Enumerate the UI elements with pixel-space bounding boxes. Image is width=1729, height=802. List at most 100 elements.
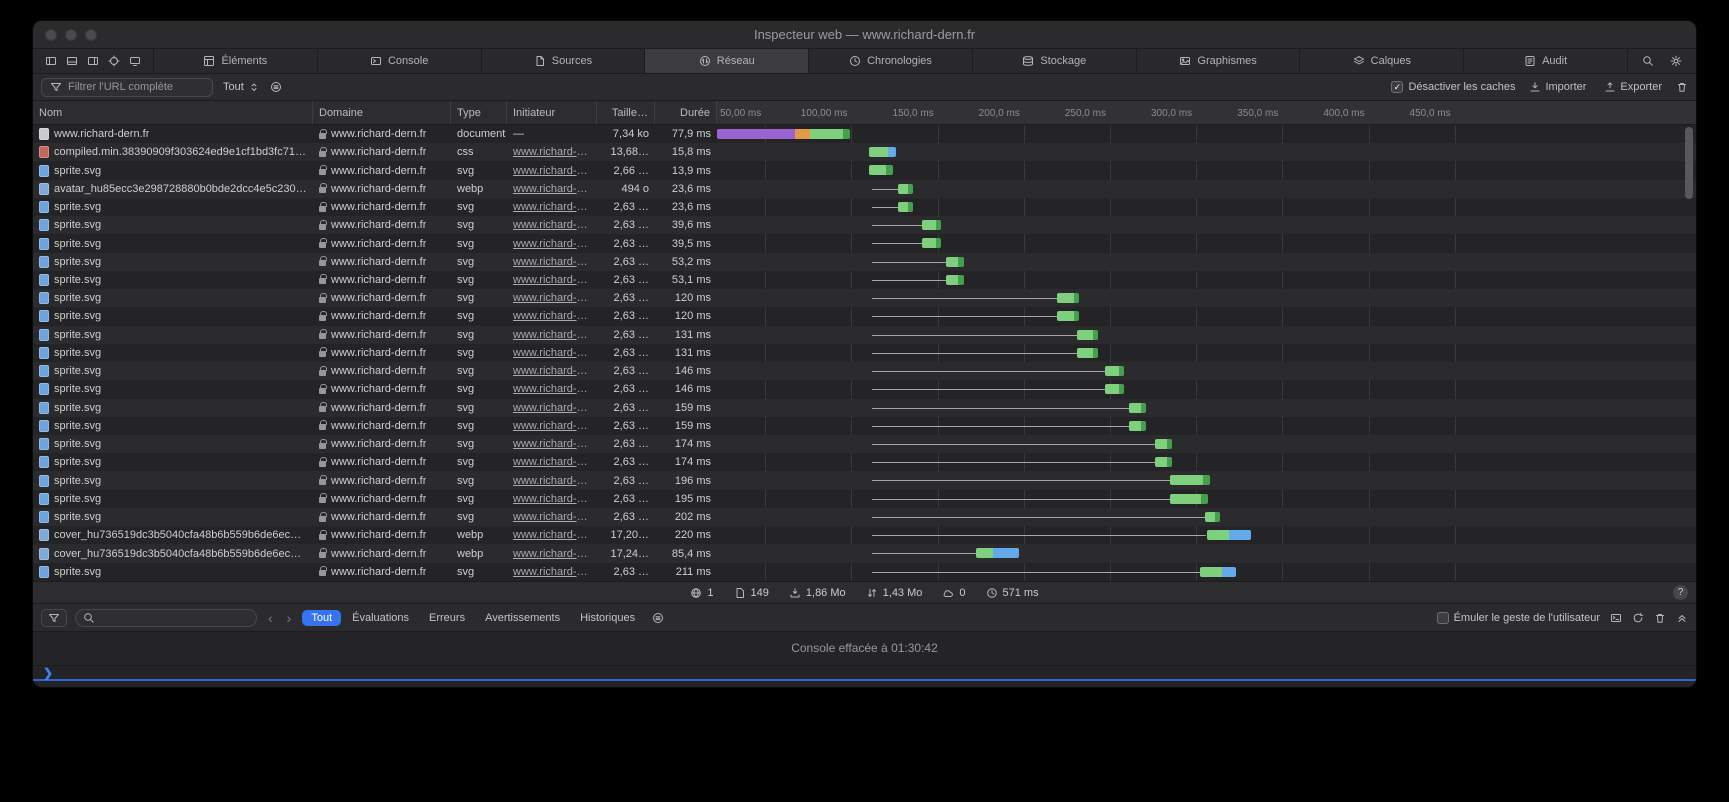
table-row[interactable]: sprite.svgwww.richard-dern.frsvgwww.rich… [33,307,1696,325]
export-button[interactable]: Exporter [1600,81,1666,93]
table-row[interactable]: sprite.svgwww.richard-dern.frsvgwww.rich… [33,453,1696,471]
initiator-link[interactable]: www.richard-d… [513,329,591,341]
console-filter-button[interactable] [41,609,67,627]
history-forward-button[interactable]: › [284,611,295,625]
table-row[interactable]: compiled.min.38390909f303624ed9e1cf1bd3f… [33,143,1696,161]
table-row[interactable]: cover_hu736519dc3b5040cfa48b6b559b6de6ec… [33,526,1696,544]
dock-left-icon[interactable] [45,55,57,67]
help-button[interactable]: ? [1673,585,1688,600]
console-scope-avertissements[interactable]: Avertissements [476,610,569,626]
initiator-link[interactable]: www.richard-d… [513,493,591,505]
initiator-link[interactable]: www.richard-d… [513,365,591,377]
console-scope-historiques[interactable]: Historiques [571,610,644,626]
table-row[interactable]: sprite.svgwww.richard-dern.frsvgwww.rich… [33,344,1696,362]
console-search-input[interactable] [75,609,257,627]
table-row[interactable]: sprite.svgwww.richard-dern.frsvgwww.rich… [33,508,1696,526]
minimize-window-button[interactable] [65,29,77,41]
console-scope-options-icon[interactable] [652,612,664,624]
console-scope-tout[interactable]: Tout [302,610,341,626]
table-row[interactable]: sprite.svgwww.richard-dern.frsvgwww.rich… [33,435,1696,453]
initiator-link[interactable]: www.richard-d… [513,238,591,250]
initiator-link[interactable]: www.richard-d… [513,566,591,578]
filter-options-icon[interactable] [270,81,282,93]
console-scope-evaluations[interactable]: Évaluations [343,610,418,626]
table-row[interactable]: sprite.svgwww.richard-dern.frsvgwww.rich… [33,563,1696,581]
dock-right-icon[interactable] [87,55,99,67]
table-row[interactable]: sprite.svgwww.richard-dern.frsvgwww.rich… [33,289,1696,307]
tab-timelines[interactable]: Chronologies [809,49,973,73]
tab-sources[interactable]: Sources [482,49,646,73]
initiator-link[interactable]: www.richard-d… [513,402,591,414]
table-row[interactable]: sprite.svgwww.richard-dern.frsvgwww.rich… [33,399,1696,417]
column-header-type[interactable]: Type [451,101,507,124]
table-row[interactable]: sprite.svgwww.richard-dern.frsvgwww.rich… [33,362,1696,380]
column-header-duration[interactable]: Durée [655,101,717,124]
element-picker-icon[interactable] [108,55,120,67]
clear-console-trash-icon[interactable] [1654,612,1666,624]
initiator-link[interactable]: www.richard-d… [513,146,591,158]
emulate-gesture-box[interactable] [1437,612,1449,624]
initiator-link[interactable]: www.richard-d… [513,475,591,487]
table-row[interactable]: www.richard-dern.frwww.richard-dern.frdo… [33,125,1696,143]
dock-bottom-icon[interactable] [66,55,78,67]
initiator-link[interactable]: www.richard-d… [513,347,591,359]
disable-caches-box[interactable]: ✓ [1391,81,1403,93]
table-row[interactable]: sprite.svgwww.richard-dern.frsvgwww.rich… [33,380,1696,398]
tab-graphics[interactable]: Graphismes [1137,49,1301,73]
tab-elements[interactable]: Éléments [154,49,318,73]
disable-caches-checkbox[interactable]: ✓ Désactiver les caches [1391,81,1515,93]
column-header-name[interactable]: Nom [33,101,313,124]
initiator-link[interactable]: www.richard-d… [513,183,591,195]
initiator-link[interactable]: www.richard-d… [513,529,591,541]
table-row[interactable]: cover_hu736519dc3b5040cfa48b6b559b6de6ec… [33,544,1696,562]
search-icon[interactable] [1636,52,1660,71]
initiator-link[interactable]: www.richard-d… [513,256,591,268]
table-row[interactable]: sprite.svgwww.richard-dern.frsvgwww.rich… [33,253,1696,271]
table-row[interactable]: sprite.svgwww.richard-dern.frsvgwww.rich… [33,417,1696,435]
initiator-link[interactable]: www.richard-d… [513,292,591,304]
column-header-domain[interactable]: Domaine [313,101,451,124]
table-row[interactable]: sprite.svgwww.richard-dern.frsvgwww.rich… [33,198,1696,216]
url-filter-input[interactable]: Filtrer l'URL complète [41,78,213,97]
table-row[interactable]: sprite.svgwww.richard-dern.frsvgwww.rich… [33,234,1696,252]
history-back-button[interactable]: ‹ [265,611,276,625]
column-header-initiator[interactable]: Initiateur [507,101,597,124]
console-drawer-icon[interactable] [1610,612,1622,624]
initiator-link[interactable]: www.richard-d… [513,420,591,432]
tab-layers[interactable]: Calques [1300,49,1464,73]
resource-type-dropdown[interactable]: Tout [223,81,260,93]
clear-network-trash-icon[interactable] [1676,81,1688,93]
reload-icon[interactable] [1632,612,1644,624]
initiator-link[interactable]: www.richard-d… [513,165,591,177]
close-window-button[interactable] [45,29,57,41]
collapse-console-icon[interactable] [1676,612,1688,624]
initiator-link[interactable]: www.richard-d… [513,274,591,286]
tab-console[interactable]: Console [318,49,482,73]
initiator-link[interactable]: www.richard-d… [513,438,591,450]
initiator-link[interactable]: www.richard-d… [513,548,591,560]
settings-gear-icon[interactable] [1664,52,1688,71]
table-row[interactable]: sprite.svgwww.richard-dern.frsvgwww.rich… [33,161,1696,179]
initiator-link[interactable]: www.richard-d… [513,383,591,395]
column-header-size[interactable]: Taille… [597,101,655,124]
table-row[interactable]: sprite.svgwww.richard-dern.frsvgwww.rich… [33,471,1696,489]
initiator-link[interactable]: www.richard-d… [513,219,591,231]
device-settings-icon[interactable] [129,55,141,67]
console-scope-erreurs[interactable]: Erreurs [420,610,474,626]
zoom-window-button[interactable] [85,29,97,41]
emulate-gesture-checkbox[interactable]: Émuler le geste de l'utilisateur [1437,612,1600,624]
initiator-link[interactable]: www.richard-d… [513,310,591,322]
table-row[interactable]: avatar_hu85ecc3e298728880b0bde2dcc4e5c23… [33,180,1696,198]
vertical-scrollbar[interactable] [1685,127,1693,199]
initiator-link[interactable]: www.richard-d… [513,456,591,468]
tab-network[interactable]: Réseau [645,49,809,73]
table-row[interactable]: sprite.svgwww.richard-dern.frsvgwww.rich… [33,326,1696,344]
tab-storage[interactable]: Stockage [973,49,1137,73]
tab-audit[interactable]: Audit [1464,49,1628,73]
initiator-link[interactable]: www.richard-d… [513,201,591,213]
table-row[interactable]: sprite.svgwww.richard-dern.frsvgwww.rich… [33,271,1696,289]
table-row[interactable]: sprite.svgwww.richard-dern.frsvgwww.rich… [33,216,1696,234]
import-button[interactable]: Importer [1525,81,1590,93]
table-row[interactable]: sprite.svgwww.richard-dern.frsvgwww.rich… [33,490,1696,508]
console-prompt[interactable]: ❯ [33,665,1696,681]
